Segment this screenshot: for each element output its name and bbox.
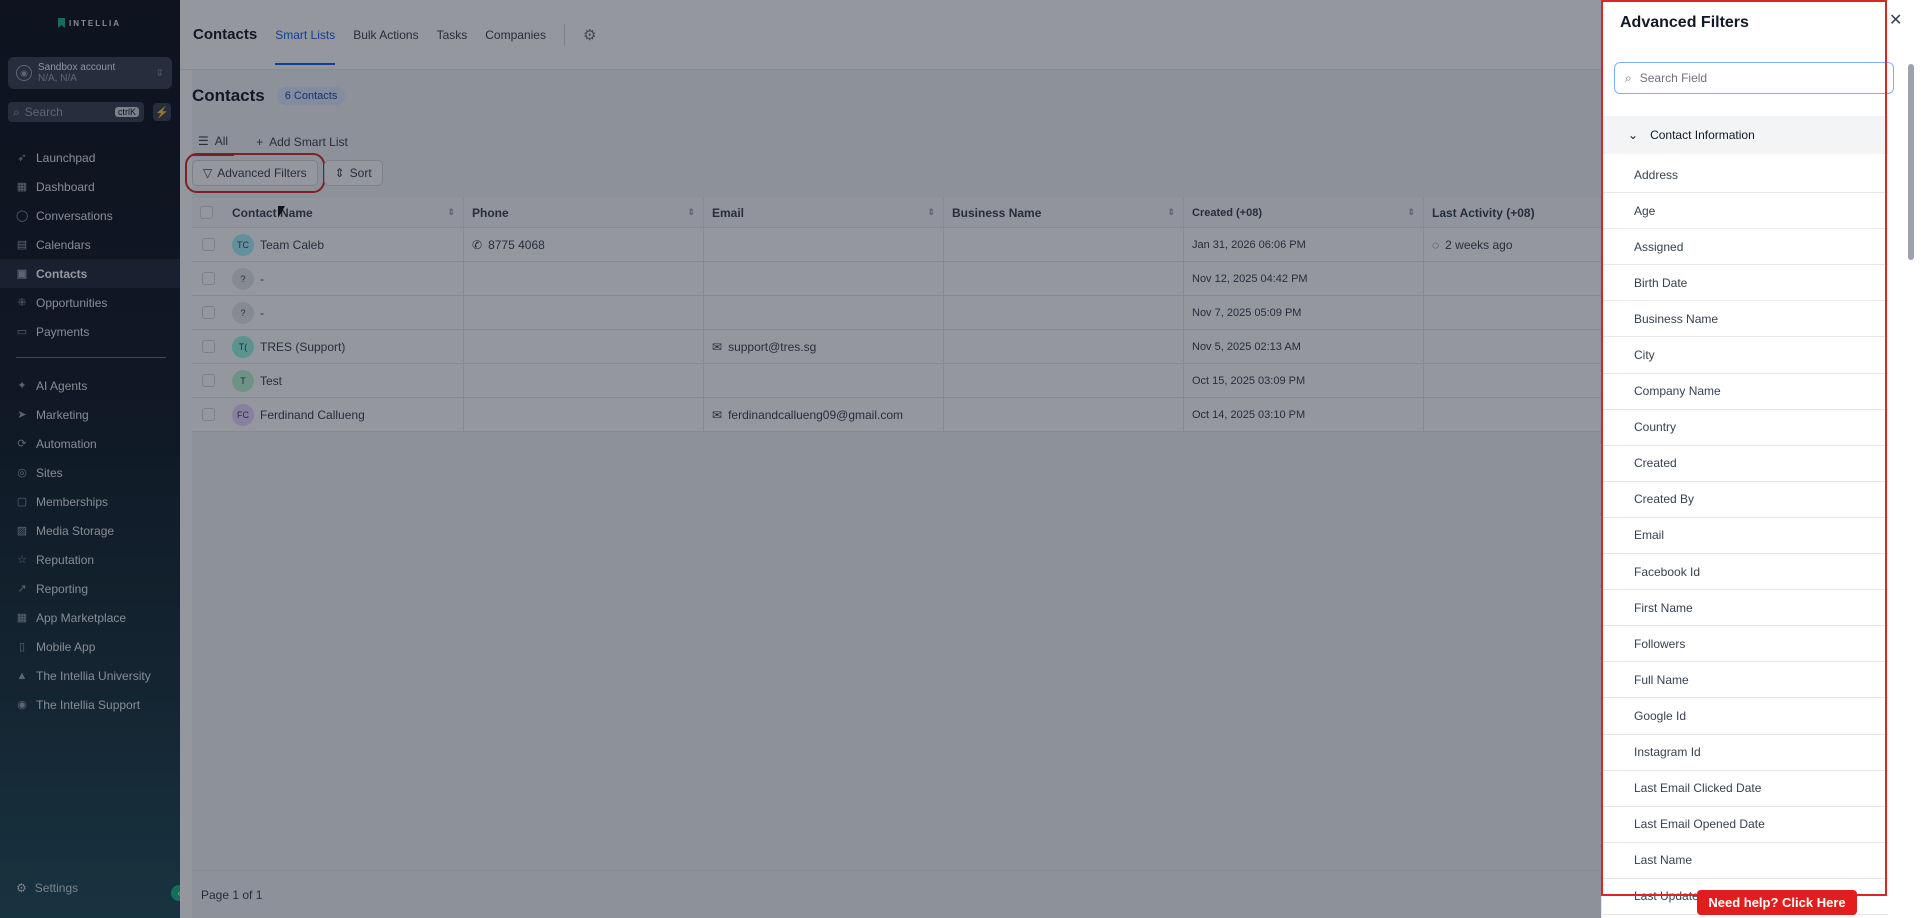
filter-field-option[interactable]: Created <box>1602 446 1888 482</box>
filter-field-option[interactable]: Facebook Id <box>1602 554 1888 591</box>
filter-field-option[interactable]: City <box>1602 337 1888 374</box>
filter-field-option[interactable]: Business Name <box>1602 301 1888 338</box>
modal-overlay[interactable] <box>0 0 1601 918</box>
filter-field-option[interactable]: Instagram Id <box>1602 735 1888 771</box>
section-label: Contact Information <box>1650 128 1755 142</box>
filter-field-option[interactable]: Google Id <box>1602 698 1888 735</box>
filter-field-option[interactable]: Last Email Clicked Date <box>1602 771 1888 807</box>
advanced-filters-drawer: Advanced Filters ✕ ⌕ Search Field ⌄ Cont… <box>1601 0 1921 918</box>
filter-field-option[interactable]: Address <box>1602 157 1888 194</box>
search-field-input[interactable]: ⌕ Search Field <box>1614 62 1894 94</box>
filter-field-option[interactable]: First Name <box>1602 590 1888 627</box>
filter-field-option[interactable]: Followers <box>1602 626 1888 663</box>
filter-field-option[interactable]: Country <box>1602 410 1888 446</box>
drawer-scrollbar[interactable] <box>1908 64 1914 260</box>
filter-field-option[interactable]: Full Name <box>1602 662 1888 699</box>
filter-field-option[interactable]: Last Email Opened Date <box>1602 807 1888 843</box>
filter-field-option[interactable]: Birth Date <box>1602 265 1888 302</box>
filter-field-list: Address Age Assigned Birth Date Business Nam… <box>1602 157 1888 915</box>
filter-field-option[interactable]: Company Name <box>1602 374 1888 410</box>
need-help-button[interactable]: Need help? Click Here <box>1697 890 1857 915</box>
chevron-down-icon: ⌄ <box>1628 128 1639 142</box>
filter-field-option[interactable]: Last Name <box>1602 843 1888 879</box>
mouse-cursor-icon <box>278 206 285 218</box>
search-icon: ⌕ <box>1625 70 1632 85</box>
search-field-placeholder: Search Field <box>1639 71 1708 85</box>
filter-field-option[interactable]: Email <box>1602 518 1888 555</box>
contact-information-section[interactable]: ⌄ Contact Information <box>1602 116 1888 154</box>
close-icon[interactable]: ✕ <box>1889 10 1902 30</box>
filter-field-option[interactable]: Age <box>1602 193 1888 230</box>
filter-field-option[interactable]: Assigned <box>1602 229 1888 266</box>
filter-field-option[interactable]: Created By <box>1602 482 1888 518</box>
drawer-title: Advanced Filters <box>1620 14 1749 31</box>
